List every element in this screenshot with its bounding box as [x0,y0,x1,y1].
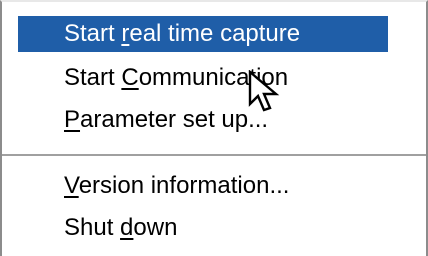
menu-item-start-real-time-capture[interactable]: Start real time capture [18,16,388,52]
menu-item-label-post: arameter set up... [80,106,269,133]
menu-item-accelerator: C [121,64,139,91]
mouse-pointer-arrow-icon [248,70,280,112]
context-menu: Start real time capture Start Communicat… [0,0,428,256]
menu-item-label-post: ersion information... [78,172,290,199]
menu-item-label-pre: Start [64,20,122,47]
menu-item-accelerator: V [64,172,79,199]
menu-item-label-pre: Shut [64,214,121,241]
menu-item-label-pre: Start [64,64,122,91]
menu-item-shut-down[interactable]: Shut down [18,210,388,246]
menu-item-accelerator: d [120,214,134,241]
menu-item-start-communication[interactable]: Start Communication [18,60,388,96]
menu-item-label-post: eal time capture [129,20,301,47]
menu-item-accelerator: P [64,106,81,133]
menu-item-label-post: own [133,214,178,241]
menu-item-version-information[interactable]: Version information... [18,168,388,204]
menu-separator [2,154,426,158]
menu-item-parameter-set-up[interactable]: Parameter set up... [18,102,388,138]
